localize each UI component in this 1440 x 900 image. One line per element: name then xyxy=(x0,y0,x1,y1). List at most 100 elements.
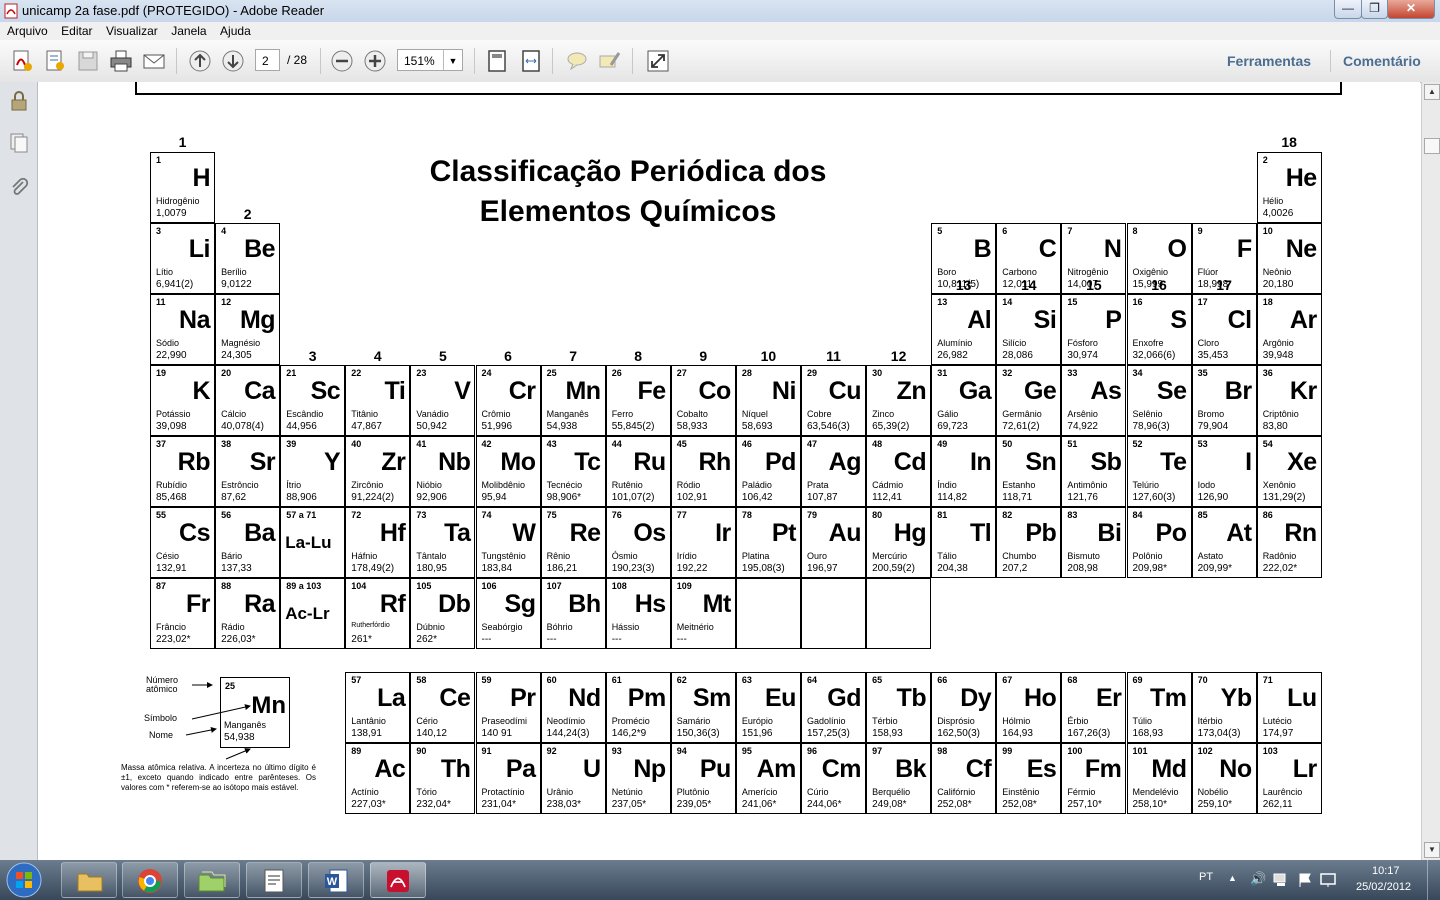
element-cell-mg: 12 Mg Magnésio 24,305 xyxy=(215,294,281,365)
element-symbol: Cf xyxy=(965,755,992,783)
atomic-mass: 78,96(3) xyxy=(1132,421,1170,432)
element-name: Boro xyxy=(937,267,957,277)
pages-thumbnail-icon[interactable] xyxy=(8,132,30,154)
clock-date[interactable]: 25/02/2012 xyxy=(1356,881,1411,893)
minimize-button[interactable]: — xyxy=(1334,0,1362,19)
folder-icon xyxy=(77,873,103,892)
element-symbol: W xyxy=(512,519,536,547)
previous-page-icon[interactable] xyxy=(187,48,213,74)
next-page-icon[interactable] xyxy=(220,48,246,74)
atomic-number: 62 xyxy=(676,675,687,685)
fullscreen-icon[interactable] xyxy=(645,48,671,74)
scroll-down-arrow[interactable]: ▼ xyxy=(1424,842,1440,858)
element-cell-zn: 30 Zn Zinco 65,39(2) xyxy=(866,365,932,436)
network-icon[interactable] xyxy=(1273,873,1289,887)
attachment-paperclip-icon[interactable] xyxy=(8,176,30,198)
element-cell-u: 92 U Urânio 238,03* xyxy=(540,743,606,814)
menu-visualizar[interactable]: Visualizar xyxy=(106,22,158,40)
element-symbol: V xyxy=(454,377,471,405)
menu-janela[interactable]: Janela xyxy=(171,22,206,40)
page-number-input[interactable]: 2 xyxy=(255,49,280,71)
zoom-out-icon[interactable] xyxy=(329,48,355,74)
element-symbol: In xyxy=(969,448,992,476)
atomic-mass: 257,10* xyxy=(1067,799,1102,810)
atomic-mass: 144,24(3) xyxy=(546,728,590,739)
element-cell-os: 76 Os Ósmio 190,23(3) xyxy=(605,507,671,578)
fit-width-icon[interactable] xyxy=(518,48,544,74)
element-cell-hf: 72 Hf Háfnio 178,49(2) xyxy=(345,507,411,578)
element-cell-rf: 104 Rf Rutherfórdio 261* xyxy=(345,578,411,649)
start-button-icon[interactable] xyxy=(4,861,44,899)
chevron-down-icon[interactable]: ▼ xyxy=(443,50,462,70)
atomic-mass: 101,07(2) xyxy=(611,492,655,503)
element-symbol: Ce xyxy=(439,684,471,712)
element-cell-mt: 109 Mt Meitnério --- xyxy=(670,578,736,649)
element-name: Polônio xyxy=(1132,551,1163,561)
email-icon[interactable] xyxy=(141,48,167,74)
atomic-number: 86 xyxy=(1262,510,1273,520)
lock-icon[interactable] xyxy=(8,90,30,112)
tools-link[interactable]: Ferramentas xyxy=(1227,53,1311,69)
taskbar-adobe-reader[interactable] xyxy=(370,862,426,898)
comment-link[interactable]: Comentário xyxy=(1343,53,1421,69)
atomic-number: 5 xyxy=(937,226,943,236)
print-icon[interactable] xyxy=(108,48,134,74)
element-name: Platina xyxy=(741,551,770,561)
taskbar-folders[interactable] xyxy=(184,862,240,898)
display-icon[interactable] xyxy=(1320,872,1336,888)
taskbar-chrome[interactable] xyxy=(122,862,178,898)
comment-bubble-icon[interactable] xyxy=(564,48,590,74)
element-symbol: Ta xyxy=(444,519,471,547)
document-view[interactable]: Classificação Periódica dos Elementos Qu… xyxy=(38,82,1420,860)
taskbar-explorer[interactable] xyxy=(61,862,117,898)
menu-ajuda[interactable]: Ajuda xyxy=(220,22,251,40)
action-center-flag-icon[interactable] xyxy=(1297,872,1313,888)
taskbar-word[interactable]: W xyxy=(308,862,364,898)
menu-arquivo[interactable]: Arquivo xyxy=(7,22,48,40)
atomic-mass: 118,71 xyxy=(1002,492,1033,503)
clock-time[interactable]: 10:17 xyxy=(1372,865,1400,877)
element-cell-li: 3 Li Lítio 6,941(2) xyxy=(150,223,215,294)
atomic-mass: 192,22 xyxy=(676,563,708,574)
atomic-mass: 98,906* xyxy=(546,492,582,503)
menu-editar[interactable]: Editar xyxy=(61,22,92,40)
atomic-number: 36 xyxy=(1262,368,1273,378)
element-symbol: O xyxy=(1167,235,1187,263)
scroll-up-arrow[interactable]: ▲ xyxy=(1424,84,1440,100)
element-symbol: Pr xyxy=(510,684,536,712)
element-symbol: Tb xyxy=(896,684,927,712)
element-name: Plutônio xyxy=(676,787,710,797)
element-name: Neodímio xyxy=(546,716,586,726)
atomic-mass: 167,26(3) xyxy=(1067,728,1111,739)
atomic-number: 47 xyxy=(807,439,818,449)
close-button[interactable]: ✕ xyxy=(1387,0,1435,19)
volume-icon[interactable]: 🔊 xyxy=(1250,871,1266,887)
atomic-number: 11 xyxy=(156,297,166,307)
element-name: Iodo xyxy=(1197,480,1216,490)
taskbar-notepad[interactable] xyxy=(246,862,302,898)
element-symbol: Ra xyxy=(244,590,276,618)
zoom-select[interactable]: 151% ▼ xyxy=(397,49,463,71)
show-desktop-button[interactable] xyxy=(1427,860,1440,900)
atomic-number: 71 xyxy=(1262,675,1273,685)
atomic-mass: 92,906 xyxy=(416,492,447,503)
element-name: Magnésio xyxy=(221,338,261,348)
vertical-scrollbar[interactable]: ▲ ▼ xyxy=(1421,82,1440,860)
save-icon[interactable] xyxy=(75,48,101,74)
edit-document-icon[interactable] xyxy=(42,48,68,74)
element-cell-si: 14 Si Silício 28,086 xyxy=(996,294,1062,365)
element-cell-s: 16 S Enxofre 32,066(6) xyxy=(1126,294,1192,365)
element-name: Radônio xyxy=(1262,551,1297,561)
atomic-number: 104 xyxy=(351,581,367,591)
highlight-pen-icon[interactable] xyxy=(597,48,623,74)
show-hidden-icons-icon[interactable]: ▲ xyxy=(1228,873,1237,883)
zoom-in-icon[interactable] xyxy=(362,48,388,74)
element-cell-ne: 10 Ne Neônio 20,180 xyxy=(1256,223,1322,294)
create-pdf-icon[interactable] xyxy=(9,48,35,74)
element-name: Cobre xyxy=(807,409,832,419)
fit-page-icon[interactable] xyxy=(484,48,510,74)
maximize-button[interactable]: ❐ xyxy=(1361,0,1388,19)
atomic-number: 28 xyxy=(741,368,752,378)
scroll-thumb[interactable] xyxy=(1424,138,1440,154)
language-indicator[interactable]: PT xyxy=(1199,871,1213,883)
